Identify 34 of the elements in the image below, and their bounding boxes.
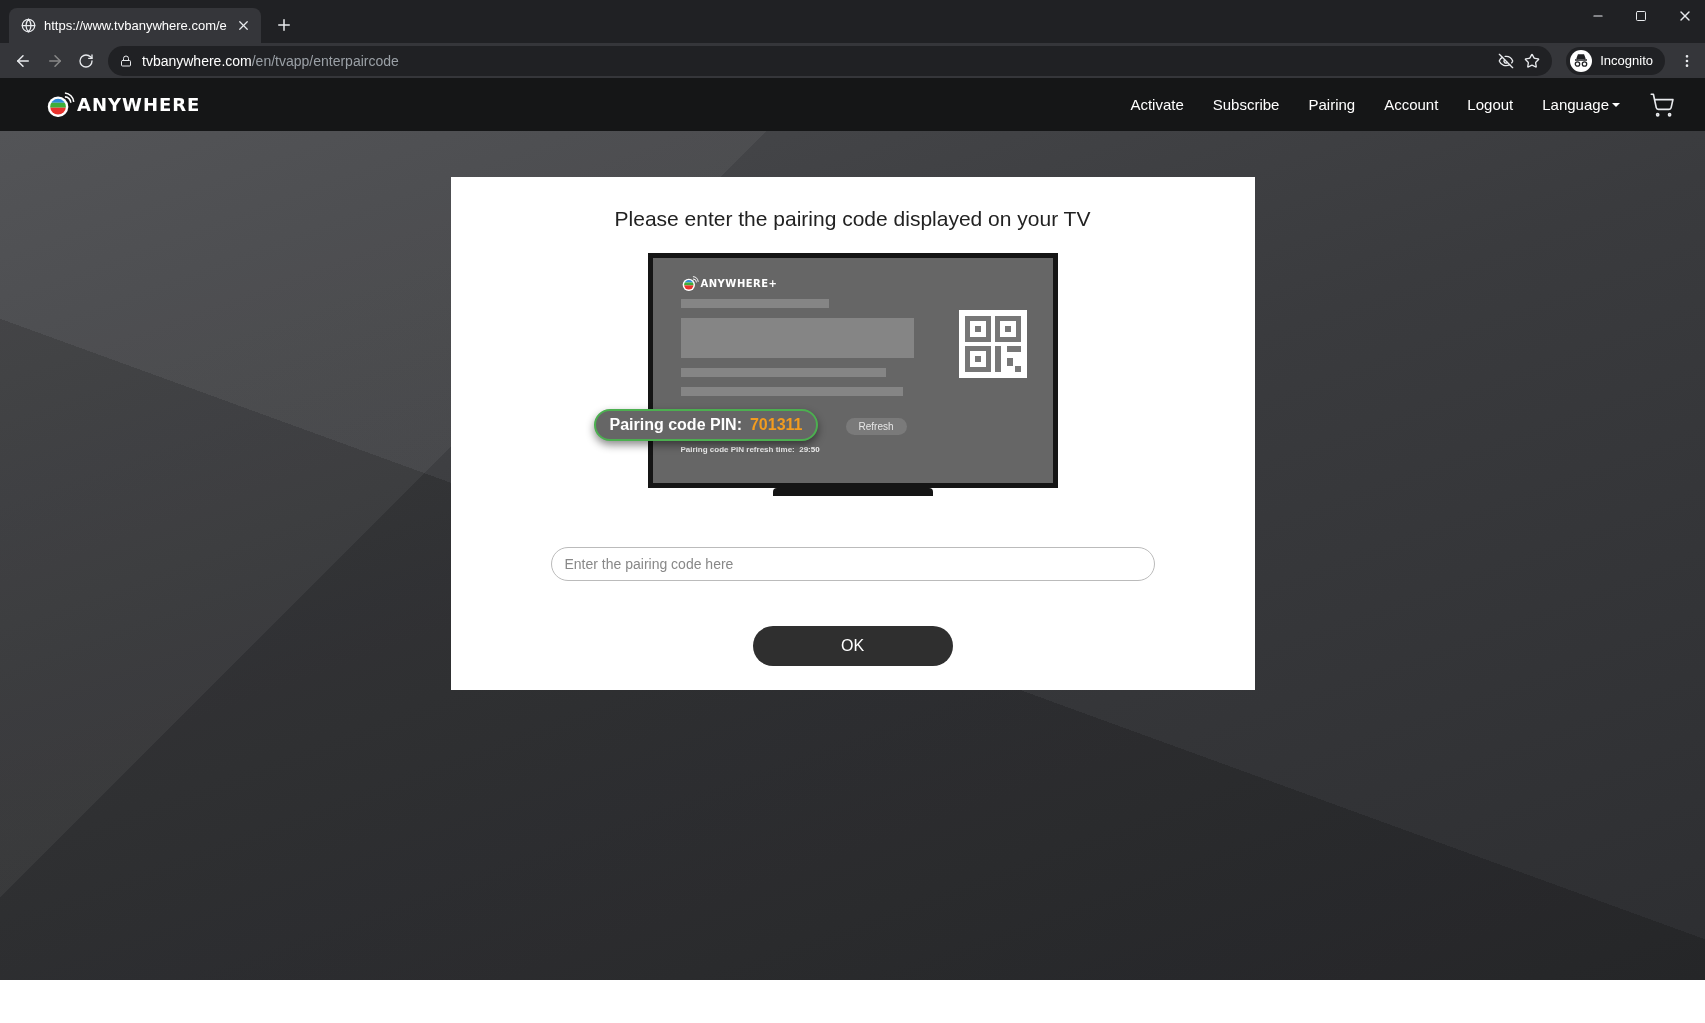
eye-slash-icon[interactable] [1498,52,1515,69]
incognito-icon [1570,49,1593,72]
tv-logo-icon [680,276,699,292]
url-text: tvbanywhere.com/en/tvapp/enterpaircode [142,52,399,69]
ok-button[interactable]: OK [752,626,953,666]
qr-code-icon [958,310,1027,378]
pairing-code-field[interactable]: Enter the pairing code here [550,547,1155,581]
language-menu[interactable]: Language [1542,96,1620,113]
site-logo-icon [45,91,75,118]
nav-link[interactable]: Logout [1467,96,1514,113]
card-title: Please enter the pairing code displayed on your TV [614,207,1091,231]
nav-link[interactable]: Activate [1130,96,1184,113]
nav-link[interactable]: Pairing [1308,96,1356,113]
browser-tab[interactable]: https://www.tvbanywhere.com/e [9,8,261,43]
profile-button[interactable]: Incognito [1566,46,1665,75]
globe-icon [21,18,36,33]
nav-link[interactable]: Subscribe [1212,96,1280,113]
nav-link[interactable]: Account [1384,96,1439,113]
tv-logo-text: ANYWHERE+ [700,278,778,290]
new-tab-icon[interactable] [275,16,293,34]
pin-label: Pairing code PIN: [609,416,742,434]
star-icon[interactable] [1524,52,1541,69]
maximize-icon[interactable] [1635,8,1647,24]
site-logo-text[interactable]: ANYWHERE [77,94,201,115]
cart-icon[interactable] [1649,91,1675,118]
tab-title: https://www.tvbanywhere.com/e [44,18,228,33]
caret-icon [1612,102,1620,107]
address-bar[interactable]: tvbanywhere.com/en/tvapp/enterpaircode [108,45,1553,76]
close-tab-icon[interactable] [236,18,251,33]
refresh-pill: Refresh [845,418,907,436]
refresh-time-text: Pairing code PIN refresh time: 29:50 [680,445,821,455]
lock-icon [120,54,132,67]
pin-code: 701311 [749,416,803,434]
reload-icon[interactable] [78,52,94,69]
